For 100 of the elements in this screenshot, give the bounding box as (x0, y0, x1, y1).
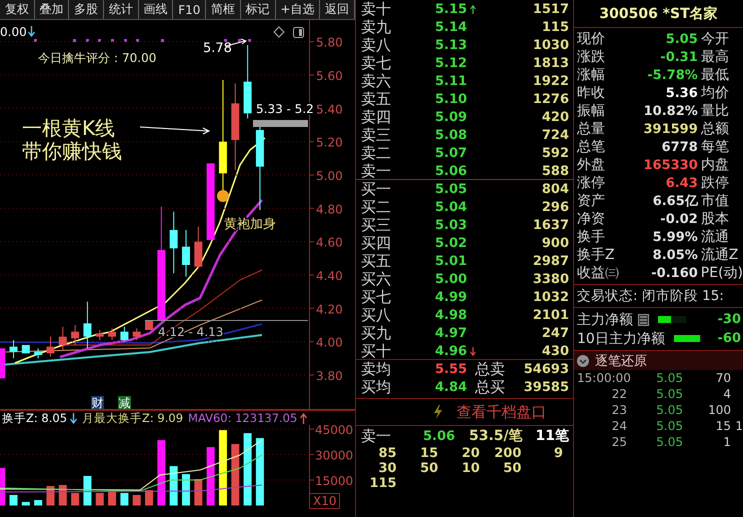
field-label: 净资 (577, 210, 606, 228)
price-value: 5.00 (435, 272, 468, 287)
price-value: 5.11 (435, 74, 468, 89)
volume-bar (170, 466, 178, 506)
stock-title: 300506 *ST名家 (574, 0, 743, 28)
volume-value: 115 (540, 20, 569, 35)
field-value: 5.36 (664, 86, 698, 100)
price-value: 5.12 (435, 56, 468, 71)
axis-label: 5.60 (316, 69, 343, 83)
volume-value: 1030 (532, 38, 569, 53)
volume-bar (194, 479, 202, 506)
volume-bar (10, 494, 18, 506)
field-label: 涨停 (577, 174, 606, 192)
level-label: 买九 (361, 324, 392, 343)
price-value: 5.14 (435, 20, 468, 35)
average-price: 4.84 (435, 380, 468, 395)
volume-bar (206, 447, 215, 506)
tick-price: 5.05 (655, 403, 683, 417)
slogan-text: 一根黄K线 (22, 116, 116, 140)
tick-time: 24 (610, 419, 628, 433)
section-title: 逐笔还原 (595, 352, 647, 370)
trading-status: 交易状态: 闭市阶段 15: (574, 285, 743, 308)
price-range-bar (253, 120, 308, 127)
order-size: 20 (460, 446, 481, 461)
volume-bar (71, 492, 80, 506)
signal-dot (216, 190, 229, 202)
volume-value: 592 (540, 146, 569, 161)
field-label: 资产 (577, 192, 606, 210)
volume-value: 1922 (532, 74, 569, 89)
order-size: 50 (502, 461, 522, 476)
price-value: 4.98 (435, 308, 468, 323)
price-value: 5.02 (435, 236, 468, 251)
volume-bar (34, 500, 42, 506)
volume-bar (83, 476, 92, 506)
volume-value: 1637 (532, 218, 569, 233)
average-value: 53.5/笔 (469, 427, 524, 445)
peak-price-label: 5.78 (203, 41, 232, 56)
volume-bar (22, 502, 30, 506)
depth-link[interactable]: 查看千档盘口 (456, 402, 546, 422)
level-label: 卖十 (361, 0, 392, 19)
field-label: 换手Z (577, 246, 616, 264)
flow-value: -30 (718, 312, 742, 327)
volume-bar (58, 484, 67, 506)
flow-value: -60 (718, 331, 742, 346)
axis-label: 4.60 (316, 236, 343, 250)
summary-label: 总卖 (475, 360, 506, 379)
volume-bar (145, 490, 154, 506)
volume-bar (231, 444, 240, 506)
field-value: -5.78% (646, 68, 698, 82)
average-price: 5.55 (435, 362, 468, 377)
summary-label: 卖均 (361, 360, 392, 379)
volume-axis (308, 425, 314, 494)
volume-value: 296 (540, 200, 569, 215)
order-size: 115 (368, 476, 398, 491)
volume-value: 2987 (532, 254, 569, 269)
volume-bar (120, 492, 128, 506)
field-value: 8.05% (652, 248, 698, 262)
field-label: 最高 (700, 48, 730, 66)
volume-value: 3380 (532, 272, 569, 287)
volume-bar (132, 494, 141, 506)
field-label: 市值 (700, 192, 730, 210)
field-label: 总量 (577, 120, 606, 138)
volume-value: 588 (540, 164, 569, 179)
field-label: 涨跌 (577, 48, 606, 66)
volume-value: 247 (540, 326, 569, 341)
order-size: 85 (378, 446, 398, 461)
price-value: 4.99 (435, 290, 468, 305)
field-value: 165330 (642, 158, 698, 172)
field-value: -0.160 (650, 266, 698, 280)
level-label: 卖七 (361, 54, 392, 73)
field-label: 今开 (700, 30, 730, 48)
level-label: 买二 (361, 198, 392, 217)
level-label: 卖二 (361, 144, 392, 163)
axis-label: 3.80 (316, 369, 343, 383)
price-value: 5.05 (435, 182, 468, 197)
level-label: 卖八 (361, 36, 392, 55)
field-label: 流通 (700, 228, 730, 246)
volume-bar (96, 492, 104, 506)
volume-bar (182, 474, 190, 506)
field-label: 涨幅 (577, 66, 606, 84)
chevron-icon (577, 354, 589, 366)
tick-volume: 4 (722, 387, 731, 401)
total-volume: 54693 (522, 362, 569, 377)
panel-icon (293, 27, 304, 38)
field-label: 收益㈢ (577, 264, 620, 282)
price-value: 5.09 (435, 110, 468, 125)
volume-bar (256, 438, 264, 506)
field-value: 10.82% (642, 104, 698, 118)
field-value: 6778 (660, 140, 698, 154)
level-label: 卖五 (361, 90, 392, 109)
field-label: 外盘 (577, 156, 606, 174)
field-value: 6.43 (664, 176, 698, 190)
field-label: PE(动) (700, 264, 743, 282)
volume-bar (157, 440, 166, 506)
volume-value: 1813 (532, 56, 569, 71)
field-value: 5.05 (664, 32, 698, 46)
lightning-icon (432, 405, 442, 419)
tick-time: 22 (610, 387, 628, 401)
level-label: 买四 (361, 234, 392, 253)
volume-value: 1276 (532, 92, 569, 107)
